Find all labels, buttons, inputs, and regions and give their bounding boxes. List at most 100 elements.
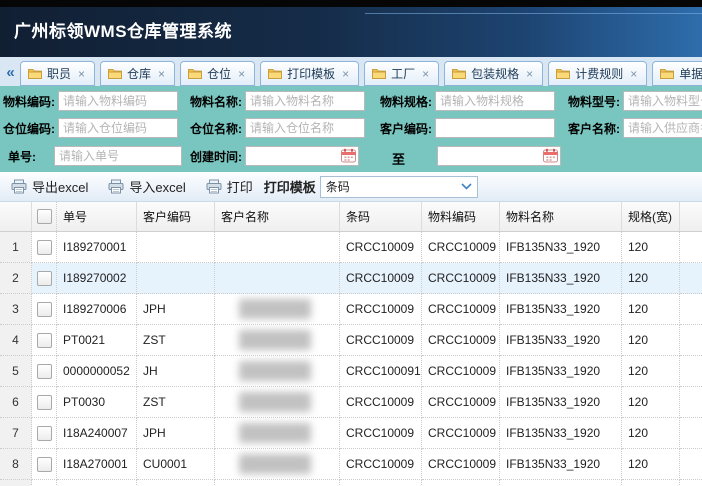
printer-icon	[11, 179, 27, 194]
row-checkbox[interactable]	[37, 457, 52, 472]
folder-icon	[108, 68, 122, 79]
order-no-input[interactable]	[54, 146, 182, 166]
tab-bar: « 职员×仓库×仓位×打印模板×工厂×包装规格×计费规则×单据类型×	[0, 57, 702, 86]
material-spec-input[interactable]	[435, 91, 555, 111]
cell-spec-width: 120	[622, 418, 680, 449]
cell-filler	[680, 356, 702, 387]
row-number: 3	[0, 294, 32, 325]
cell-filler	[680, 325, 702, 356]
tab-item-1[interactable]: 仓库 ×	[100, 61, 175, 86]
close-icon[interactable]: ×	[630, 68, 637, 80]
row-checkbox[interactable]	[37, 302, 52, 317]
close-icon[interactable]: ×	[422, 68, 429, 80]
customer-code-input[interactable]	[435, 118, 555, 138]
row-checkbox[interactable]	[37, 364, 52, 379]
tab-label: 仓位	[207, 65, 231, 82]
row-number: 6	[0, 387, 32, 418]
table-row[interactable]: 3I189270006JPHCRCC10009CRCC10009IFB135N3…	[0, 294, 702, 325]
cell-material-name: IFB135N33_1920	[500, 356, 622, 387]
tab-item-6[interactable]: 计费规则 ×	[548, 61, 647, 86]
tab-item-5[interactable]: 包装规格 ×	[444, 61, 543, 86]
table-row[interactable]: 4PT0021ZSTCRCC10009CRCC10009IFB135N33_19…	[0, 325, 702, 356]
cell-filler	[680, 232, 702, 263]
cell-order-no	[57, 480, 137, 486]
print-template-select[interactable]: 条码	[320, 176, 478, 198]
material-name-label: 物料名称:	[190, 93, 242, 110]
material-spec-label: 物料规格:	[380, 93, 432, 110]
col-header-material-code[interactable]: 物料编码	[422, 202, 500, 231]
cell-customer-name	[215, 480, 340, 486]
export-excel-button[interactable]: 导出excel	[6, 175, 97, 198]
cell-material-name: IFB135N33_1920	[500, 418, 622, 449]
cell-customer-name	[215, 325, 340, 356]
tab-item-2[interactable]: 仓位 ×	[180, 61, 255, 86]
print-button[interactable]: 打印	[201, 175, 262, 198]
col-header-customer-name[interactable]: 客户名称	[215, 202, 340, 231]
table-body: 1I189270001CRCC10009CRCC10009IFB135N33_1…	[0, 232, 702, 486]
table-row[interactable]: 1I189270001CRCC10009CRCC10009IFB135N33_1…	[0, 232, 702, 263]
tab-label: 包装规格	[471, 65, 519, 82]
row-checkbox[interactable]	[37, 333, 52, 348]
col-header-spec-width[interactable]: 规格(宽)	[622, 202, 680, 231]
cell-material-code: CRCC10009	[422, 294, 500, 325]
bin-name-label: 仓位名称:	[190, 120, 242, 137]
cell-customer-code	[137, 263, 215, 294]
material-model-input[interactable]	[623, 91, 702, 111]
select-all-checkbox[interactable]	[37, 209, 52, 224]
redacted-customer-name	[239, 330, 311, 350]
col-header-customer-code[interactable]: 客户编码	[137, 202, 215, 231]
tab-label: 仓库	[127, 65, 151, 82]
close-icon[interactable]: ×	[526, 68, 533, 80]
close-icon[interactable]: ×	[158, 68, 165, 80]
row-checkbox[interactable]	[37, 395, 52, 410]
cell-material-code: CRCC10009	[422, 418, 500, 449]
tab-item-3[interactable]: 打印模板×	[260, 61, 359, 86]
close-icon[interactable]: ×	[78, 68, 85, 80]
create-time-label: 创建时间:	[190, 148, 242, 165]
collapse-tabs-icon[interactable]: «	[2, 61, 19, 85]
print-template-value: 条码	[326, 178, 350, 195]
tab-item-4[interactable]: 工厂×	[364, 61, 439, 86]
cell-filler	[680, 480, 702, 486]
folder-icon	[268, 68, 282, 79]
row-checkbox-cell	[32, 418, 57, 449]
order-no-label: 单号:	[8, 148, 51, 165]
customer-name-input[interactable]	[623, 118, 702, 138]
tab-label: 计费规则	[575, 65, 623, 82]
cell-order-no: I189270002	[57, 263, 137, 294]
calendar-icon[interactable]	[341, 148, 356, 168]
date-range-to-label: 至	[392, 149, 405, 168]
table-row[interactable]: 6PT0030ZSTCRCC10009CRCC10009IFB135N33_19…	[0, 387, 702, 418]
calendar-icon[interactable]	[543, 148, 558, 168]
cell-customer-code: JPH	[137, 418, 215, 449]
table-row[interactable]: 7I18A240007JPHCRCC10009CRCC10009IFB135N3…	[0, 418, 702, 449]
bin-name-input[interactable]	[245, 118, 365, 138]
material-name-input[interactable]	[245, 91, 365, 111]
tab-item-0[interactable]: 职员×	[20, 61, 95, 86]
row-number	[0, 480, 32, 486]
cell-barcode: CRCC10009	[340, 232, 422, 263]
tab-item-7[interactable]: 单据类型×	[652, 61, 702, 86]
close-icon[interactable]: ×	[342, 68, 349, 80]
col-header-barcode[interactable]: 条码	[340, 202, 422, 231]
table-row[interactable]	[0, 480, 702, 486]
row-checkbox[interactable]	[37, 426, 52, 441]
close-icon[interactable]: ×	[238, 68, 245, 80]
col-header-order-no[interactable]: 单号	[57, 202, 137, 231]
folder-icon	[556, 68, 570, 79]
cell-customer-name	[215, 418, 340, 449]
row-checkbox[interactable]	[37, 271, 52, 286]
col-header-material-name[interactable]: 物料名称	[500, 202, 622, 231]
bin-code-input[interactable]	[58, 118, 178, 138]
cell-material-code: CRCC10009	[422, 449, 500, 480]
table-row[interactable]: 50000000052JHCRCC100091CRCC10009IFB135N3…	[0, 356, 702, 387]
row-checkbox[interactable]	[37, 240, 52, 255]
select-all-cell	[32, 202, 57, 231]
row-number: 8	[0, 449, 32, 480]
table-row[interactable]: 8I18A270001CU0001CRCC10009CRCC10009IFB13…	[0, 449, 702, 480]
import-excel-button[interactable]: 导入excel	[103, 175, 194, 198]
cell-order-no: I18A240007	[57, 418, 137, 449]
table-row[interactable]: 2I189270002CRCC10009CRCC10009IFB135N33_1…	[0, 263, 702, 294]
material-code-input[interactable]	[58, 91, 178, 111]
material-model-label: 物料型号:	[568, 93, 620, 110]
